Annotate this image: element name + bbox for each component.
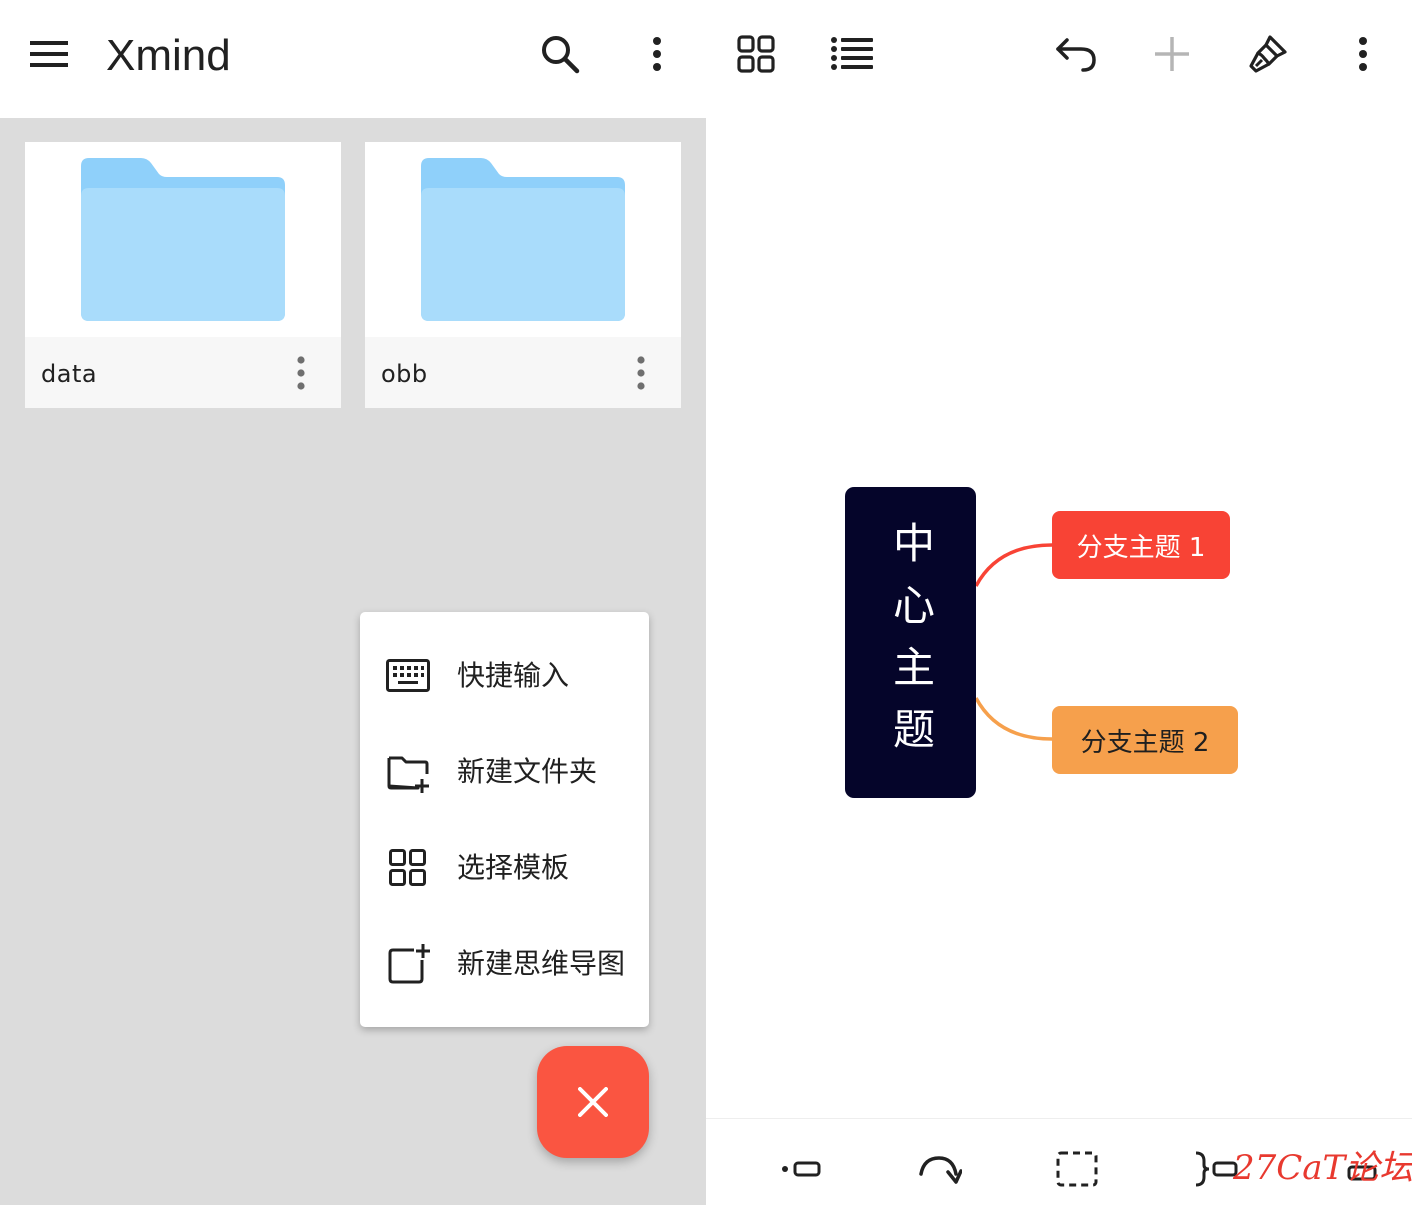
menu-item-new-mindmap[interactable]: 新建思维导图 <box>360 916 649 1012</box>
app-title: Xmind <box>106 31 231 80</box>
folder-more-icon[interactable] <box>287 353 315 393</box>
menu-item-new-folder[interactable]: 新建文件夹 <box>360 724 649 820</box>
folder-name: data <box>41 360 98 388</box>
watermark-text: 27CaT论坛 <box>1233 1148 1412 1188</box>
add-icon[interactable] <box>1148 28 1196 80</box>
folder-card-footer: obb <box>365 337 681 408</box>
close-fab-button[interactable] <box>537 1046 649 1158</box>
outline-list-icon[interactable] <box>828 28 876 80</box>
branch-topic-1[interactable]: 分支主题 1 <box>1052 511 1230 579</box>
folder-thumbnail <box>25 142 341 337</box>
folder-name: obb <box>381 360 428 388</box>
keyboard-icon <box>386 654 430 698</box>
menu-item-label: 快捷输入 <box>457 659 570 692</box>
folder-card-footer: data <box>25 337 341 408</box>
right-app-bar <box>706 0 1412 118</box>
template-grid-icon <box>386 846 430 890</box>
boundary-icon[interactable] <box>1052 1147 1102 1191</box>
more-vert-icon[interactable] <box>636 28 678 80</box>
grid-view-icon[interactable] <box>732 28 780 80</box>
search-icon[interactable] <box>530 28 590 80</box>
more-vert-icon[interactable] <box>1342 28 1384 80</box>
branch-topic-2[interactable]: 分支主题 2 <box>1052 706 1238 774</box>
menu-item-label: 新建文件夹 <box>457 755 598 788</box>
close-icon <box>578 1087 608 1117</box>
connector-branch-2 <box>974 697 1053 741</box>
branch-connectors <box>974 543 1053 741</box>
left-app-bar: Xmind <box>0 0 706 118</box>
undo-icon[interactable] <box>1052 28 1100 80</box>
style-brush-icon[interactable] <box>1244 28 1292 80</box>
folder-more-icon[interactable] <box>627 353 655 393</box>
menu-item-select-template[interactable]: 选择模板 <box>360 820 649 916</box>
folder-card-data[interactable]: data <box>25 142 341 408</box>
folder-icon <box>421 158 625 321</box>
folder-thumbnail <box>365 142 681 337</box>
new-mindmap-icon <box>386 942 430 986</box>
central-topic[interactable]: 中心主题 <box>845 487 976 798</box>
menu-item-quick-input[interactable]: 快捷输入 <box>360 628 649 724</box>
central-topic-label: 中心主题 <box>886 521 936 769</box>
menu-item-label: 选择模板 <box>457 851 570 884</box>
hamburger-menu-icon[interactable] <box>20 30 78 78</box>
folder-card-obb[interactable]: obb <box>365 142 681 408</box>
folder-icon <box>81 158 285 321</box>
redo-arc-icon[interactable] <box>911 1147 967 1191</box>
create-menu: 快捷输入 新建文件夹 选择模板 新建思维导图 <box>360 612 649 1027</box>
menu-item-label: 新建思维导图 <box>457 947 626 980</box>
relationship-icon[interactable] <box>776 1147 828 1191</box>
connector-branch-1 <box>974 543 1053 587</box>
create-new-folder-icon <box>386 750 430 794</box>
